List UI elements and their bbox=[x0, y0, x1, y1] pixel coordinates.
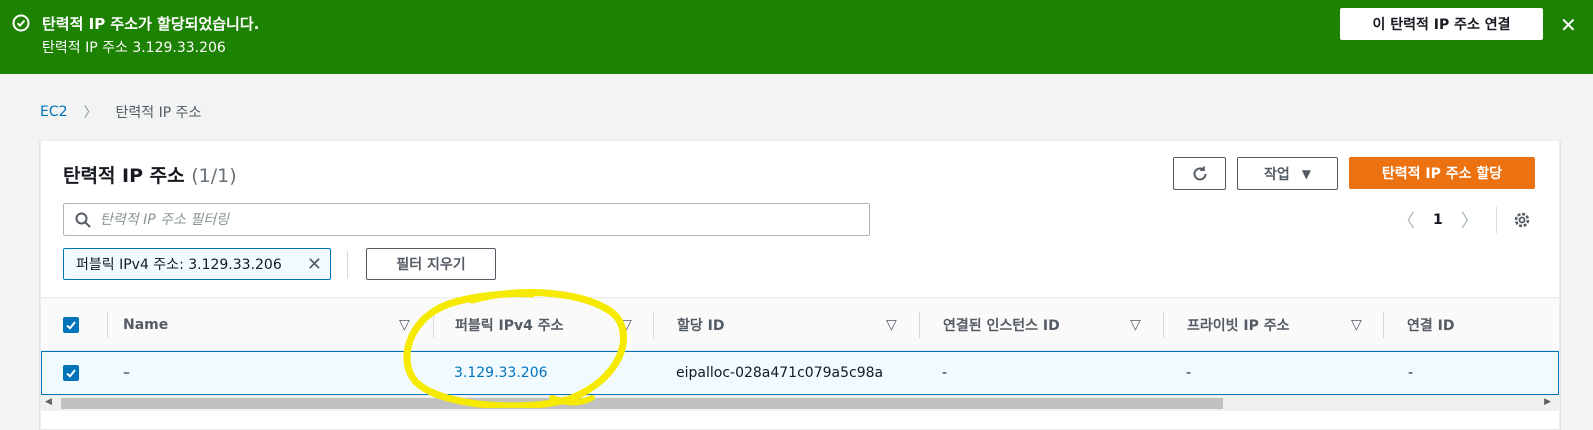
search-input[interactable] bbox=[100, 208, 860, 232]
filter-token-label: 퍼블릭 IPv4 주소: 3.129.33.206 bbox=[76, 257, 282, 273]
cell-public-ip-link[interactable]: 3.129.33.206 bbox=[454, 352, 548, 394]
column-divider bbox=[1383, 312, 1384, 338]
pagination: 〈 1 〉 bbox=[1397, 207, 1479, 233]
sort-icon[interactable]: ▽ bbox=[1130, 298, 1141, 352]
page-title: 탄력적 IP 주소 (1/1) bbox=[63, 161, 237, 188]
banner-title: 탄력적 IP 주소가 할당되었습니다. bbox=[42, 15, 260, 33]
sort-icon[interactable]: ▽ bbox=[1351, 298, 1362, 352]
chevron-right-icon: 〉 bbox=[83, 105, 98, 121]
banner-subtitle: 탄력적 IP 주소 3.129.33.206 bbox=[42, 40, 226, 56]
associate-ip-button[interactable]: 이 탄력적 IP 주소 연결 bbox=[1340, 8, 1543, 40]
column-divider bbox=[107, 312, 108, 338]
cell-name: – bbox=[123, 365, 130, 381]
check-circle-icon bbox=[12, 14, 30, 32]
sort-icon[interactable]: ▽ bbox=[886, 298, 897, 352]
refresh-button[interactable] bbox=[1173, 157, 1226, 190]
breadcrumb-ec2-link[interactable]: EC2 bbox=[40, 104, 68, 120]
select-all-checkbox[interactable] bbox=[63, 298, 79, 352]
column-header-private-ip[interactable]: 프라이빗 IP 주소 bbox=[1187, 298, 1290, 352]
remove-filter-icon[interactable]: ✕ bbox=[307, 254, 322, 275]
checkbox-checked[interactable] bbox=[63, 365, 79, 381]
filter-search bbox=[63, 203, 870, 236]
elastic-ip-panel: 탄력적 IP 주소 (1/1) 작업 ▼ 탄력적 IP 주소 할당 〈 1 〉 … bbox=[40, 140, 1560, 430]
selection-count: (1/1) bbox=[191, 165, 237, 187]
scroll-right-icon[interactable]: ▶ bbox=[1544, 397, 1551, 407]
panel-title-text: 탄력적 IP 주소 bbox=[63, 165, 185, 187]
breadcrumb: EC2 〉 탄력적 IP 주소 bbox=[40, 102, 201, 122]
next-page-icon[interactable]: 〉 bbox=[1461, 207, 1479, 233]
breadcrumb-current: 탄력적 IP 주소 bbox=[115, 105, 202, 121]
actions-dropdown[interactable]: 작업 ▼ bbox=[1237, 157, 1338, 190]
column-divider bbox=[919, 312, 920, 338]
column-header-public-ip[interactable]: 퍼블릭 IPv4 주소 bbox=[455, 298, 564, 352]
column-divider bbox=[653, 312, 654, 338]
elastic-ip-table: Name ▽ 퍼블릭 IPv4 주소 ▽ 할당 ID ▽ 연결된 인스턴스 ID… bbox=[41, 297, 1559, 395]
caret-down-icon: ▼ bbox=[1301, 166, 1311, 181]
scroll-left-icon[interactable]: ◀ bbox=[45, 397, 52, 407]
filter-token: 퍼블릭 IPv4 주소: 3.129.33.206 ✕ bbox=[63, 248, 331, 280]
cell-instance-id: - bbox=[942, 365, 948, 381]
divider bbox=[1496, 207, 1497, 233]
sort-icon[interactable]: ▽ bbox=[621, 298, 632, 352]
check-icon bbox=[66, 369, 76, 378]
column-header-name[interactable]: Name bbox=[123, 298, 168, 352]
allocate-ip-button[interactable]: 탄력적 IP 주소 할당 bbox=[1349, 157, 1535, 189]
search-icon bbox=[75, 212, 91, 228]
table-row[interactable]: – 3.129.33.206 eipalloc-028a471c079a5c98… bbox=[41, 351, 1559, 395]
cell-association-id: - bbox=[1408, 365, 1414, 381]
cell-private-ip: - bbox=[1186, 365, 1192, 381]
success-banner: 탄력적 IP 주소가 할당되었습니다. 탄력적 IP 주소 3.129.33.2… bbox=[0, 0, 1593, 74]
column-header-instance-id[interactable]: 연결된 인스턴스 ID bbox=[943, 298, 1060, 352]
close-icon[interactable]: ✕ bbox=[1560, 13, 1577, 37]
column-header-allocation-id[interactable]: 할당 ID bbox=[677, 298, 724, 352]
divider bbox=[347, 251, 348, 278]
checkbox-checked[interactable] bbox=[63, 317, 79, 333]
horizontal-scrollbar[interactable]: ◀ ▶ bbox=[41, 395, 1559, 411]
sort-icon[interactable]: ▽ bbox=[399, 298, 410, 352]
cell-allocation-id: eipalloc-028a471c079a5c98a bbox=[676, 365, 884, 381]
check-icon bbox=[66, 321, 76, 330]
column-divider bbox=[1163, 312, 1164, 338]
prev-page-icon[interactable]: 〈 bbox=[1397, 207, 1415, 233]
actions-label: 작업 bbox=[1264, 166, 1290, 183]
gear-icon[interactable] bbox=[1513, 211, 1531, 229]
column-divider bbox=[433, 312, 434, 338]
row-checkbox[interactable] bbox=[63, 352, 79, 394]
column-header-association-id[interactable]: 연결 ID bbox=[1407, 298, 1454, 352]
clear-filters-button[interactable]: 필터 지우기 bbox=[366, 248, 496, 280]
table-header: Name ▽ 퍼블릭 IPv4 주소 ▽ 할당 ID ▽ 연결된 인스턴스 ID… bbox=[41, 297, 1559, 351]
scrollbar-thumb[interactable] bbox=[61, 398, 1223, 409]
refresh-icon bbox=[1193, 166, 1206, 180]
page-number[interactable]: 1 bbox=[1433, 212, 1443, 228]
